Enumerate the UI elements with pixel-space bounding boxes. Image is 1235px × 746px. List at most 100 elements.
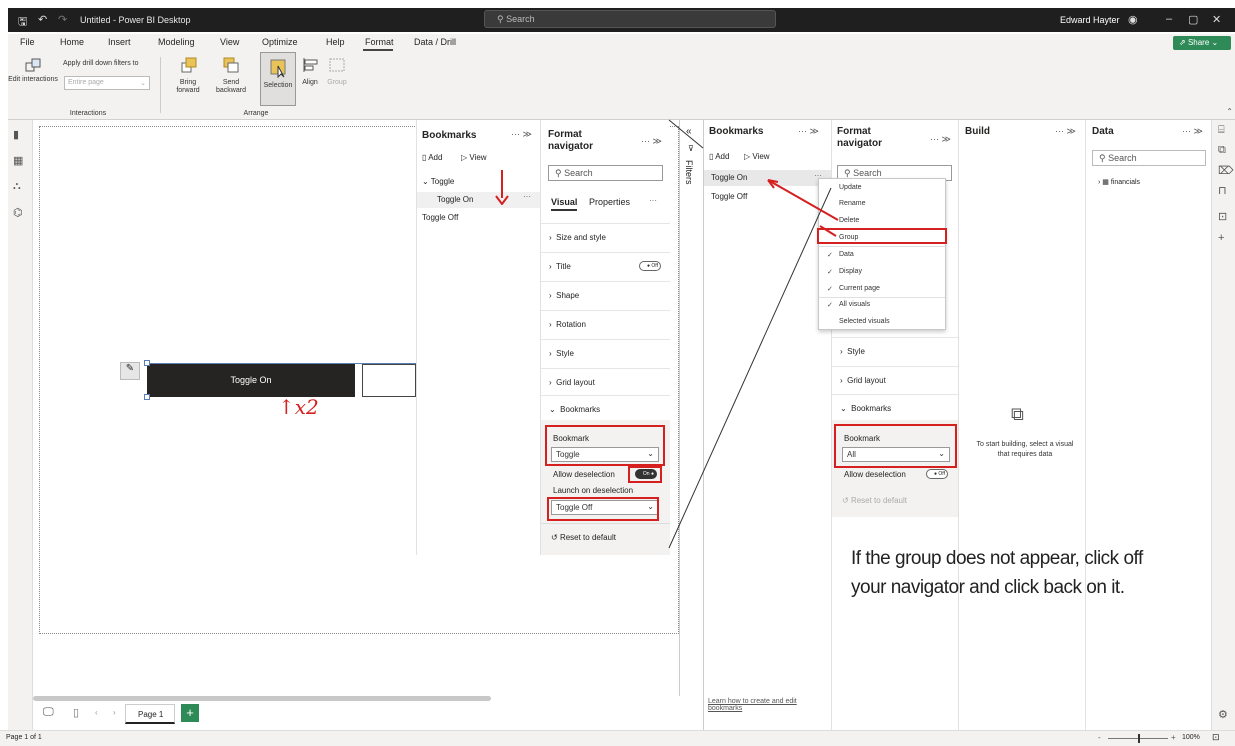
align-button[interactable]: Align <box>298 79 322 87</box>
menu-modeling[interactable]: Modeling <box>158 37 195 47</box>
zoom-in-icon[interactable]: + <box>1171 733 1176 742</box>
menu-help[interactable]: Help <box>326 37 345 47</box>
selection-button[interactable]: Selection <box>260 52 296 106</box>
filters-pane-collapsed[interactable]: « ⊽ Filters <box>679 120 703 696</box>
bookmark-item-toggle-off[interactable]: Toggle Off <box>711 192 747 201</box>
more-options-icon[interactable]: ··· ≫ <box>1182 126 1203 137</box>
more-options-icon[interactable]: ··· ≫ <box>641 136 662 147</box>
menu-home[interactable]: Home <box>60 37 84 47</box>
data-search-input[interactable]: ⚲ Search <box>1092 150 1206 166</box>
more-options-icon[interactable]: ··· ≫ <box>930 134 951 145</box>
section-rotation[interactable]: › Rotation <box>541 310 670 339</box>
tab-visual[interactable]: Visual <box>551 197 577 207</box>
collapse-ribbon-icon[interactable]: ⌃ <box>1226 107 1233 116</box>
edit-interactions-button[interactable]: Edit interactions <box>8 76 58 84</box>
bring-forward-button[interactable]: Bring forward <box>172 79 204 95</box>
avatar-icon[interactable]: ◉ <box>1128 13 1138 26</box>
menu-data-drill[interactable]: Data / Drill <box>414 37 456 47</box>
share-button[interactable]: ⇗ Share ⌄ <box>1173 36 1231 50</box>
section-bookmarks[interactable]: ⌄ Bookmarks <box>832 394 959 423</box>
section-grid-layout[interactable]: › Grid layout <box>832 366 959 395</box>
section-shape[interactable]: › Shape <box>541 281 670 310</box>
build-pane-icon[interactable]: ⧉ <box>1218 144 1226 157</box>
bookmark-more-icon[interactable]: ··· <box>523 192 531 201</box>
report-canvas[interactable] <box>33 120 679 698</box>
table-view-icon[interactable]: ▦ <box>13 154 23 167</box>
data-pane-icon[interactable]: ⌸ <box>1218 124 1225 137</box>
toggle-button-visual[interactable]: Toggle On <box>147 364 355 397</box>
settings-gear-icon[interactable]: ⚙ <box>1218 708 1228 721</box>
maximize-icon[interactable]: ▢ <box>1188 13 1198 26</box>
menu-item-display[interactable]: Display <box>839 268 862 275</box>
add-pane-icon[interactable]: + <box>1218 232 1224 244</box>
view-bookmarks-button[interactable]: ▷ View <box>744 152 770 161</box>
bookmark-item-toggle-on[interactable]: Toggle On <box>437 195 473 204</box>
minimize-icon[interactable]: – <box>1166 13 1172 25</box>
allow-deselection-toggle[interactable]: ● Off <box>926 469 948 479</box>
next-page-icon[interactable]: › <box>113 708 116 717</box>
view-bookmarks-button[interactable]: ▷ View <box>461 153 487 162</box>
reset-to-default-button[interactable]: ↺ Reset to default <box>551 533 616 542</box>
menu-item-all-visuals[interactable]: All visuals <box>839 301 870 308</box>
save-icon[interactable]: 🖫 <box>18 13 27 32</box>
tab-page-1[interactable]: Page 1 <box>125 704 175 724</box>
bookmark-item-toggle-on[interactable]: Toggle On <box>711 173 747 182</box>
section-style[interactable]: › Style <box>541 339 670 368</box>
expand-icon[interactable]: « <box>686 126 692 137</box>
reset-to-default-button[interactable]: ↺ Reset to default <box>842 496 907 505</box>
section-title[interactable]: › Title ● Off <box>541 252 670 281</box>
learn-bookmarks-link[interactable]: Learn how to create and edit bookmarks <box>708 698 828 712</box>
more-options-icon[interactable]: ··· ≫ <box>798 126 819 137</box>
menu-item-selected-visuals[interactable]: Selected visuals <box>839 318 890 325</box>
menu-item-delete[interactable]: Delete <box>839 217 859 224</box>
drill-filter-select[interactable]: Entire page ⌄ <box>64 76 150 90</box>
section-grid-layout[interactable]: › Grid layout <box>541 368 670 397</box>
format-brush-icon[interactable]: ✎ <box>120 362 140 380</box>
horizontal-scrollbar[interactable] <box>33 696 491 701</box>
model-view-icon[interactable]: ⛬ <box>13 180 21 193</box>
prev-page-icon[interactable]: ‹ <box>95 708 98 717</box>
resize-handle[interactable] <box>144 394 150 400</box>
mobile-layout-icon[interactable]: ▯ <box>73 706 79 719</box>
bookmark-pane-icon[interactable]: ⊓ <box>1218 184 1227 197</box>
undo-icon[interactable]: ↶ <box>38 13 47 26</box>
resize-handle[interactable] <box>144 360 150 366</box>
add-bookmark-button[interactable]: ▯ Add <box>422 153 442 162</box>
menu-insert[interactable]: Insert <box>108 37 131 47</box>
close-icon[interactable]: ✕ <box>1212 13 1221 26</box>
report-view-icon[interactable]: ▮ <box>13 128 19 141</box>
fit-to-page-icon[interactable]: ⊡ <box>1212 732 1220 743</box>
desktop-layout-icon[interactable]: 🖵 <box>43 706 54 719</box>
menu-item-data[interactable]: Data <box>839 251 854 258</box>
selection-pane-icon[interactable]: ⊡ <box>1218 210 1227 223</box>
bookmark-group-toggle[interactable]: ⌄ Toggle <box>422 177 454 186</box>
menu-view[interactable]: View <box>220 37 239 47</box>
tab-properties[interactable]: Properties <box>589 197 630 207</box>
menu-item-rename[interactable]: Rename <box>839 200 865 207</box>
dax-query-icon[interactable]: ⌬ <box>13 206 23 219</box>
more-options-icon[interactable]: ··· ≫ <box>1055 126 1076 137</box>
format-search-input[interactable]: ⚲ Search <box>548 165 663 181</box>
menu-format[interactable]: Format <box>365 37 394 47</box>
menu-optimize[interactable]: Optimize <box>262 37 298 47</box>
format-pane-icon[interactable]: ⌦ <box>1218 164 1234 177</box>
menu-item-update[interactable]: Update <box>839 184 862 191</box>
zoom-out-icon[interactable]: - <box>1098 733 1101 742</box>
send-backward-button[interactable]: Send backward <box>212 79 250 95</box>
zoom-thumb[interactable] <box>1138 734 1140 743</box>
add-page-button[interactable]: + <box>181 704 199 722</box>
add-bookmark-button[interactable]: ▯ Add <box>709 152 729 161</box>
user-name[interactable]: Edward Hayter <box>1060 15 1120 25</box>
title-toggle[interactable]: ● Off <box>639 261 661 271</box>
bookmark-item-toggle-off[interactable]: Toggle Off <box>422 213 458 222</box>
more-options-icon[interactable]: ··· <box>649 196 657 205</box>
redo-icon[interactable]: ↷ <box>58 13 67 26</box>
more-options-icon[interactable]: ··· ≫ <box>511 129 532 140</box>
group-button[interactable]: Group <box>324 79 350 87</box>
menu-file[interactable]: File <box>20 37 35 47</box>
search-input[interactable]: ⚲ Search <box>484 10 776 28</box>
section-size-and-style[interactable]: › Size and style <box>541 223 670 252</box>
section-style[interactable]: › Style <box>832 337 959 366</box>
menu-item-current-page[interactable]: Current page <box>839 285 880 292</box>
table-financials[interactable]: › ▦ financials <box>1098 178 1140 186</box>
